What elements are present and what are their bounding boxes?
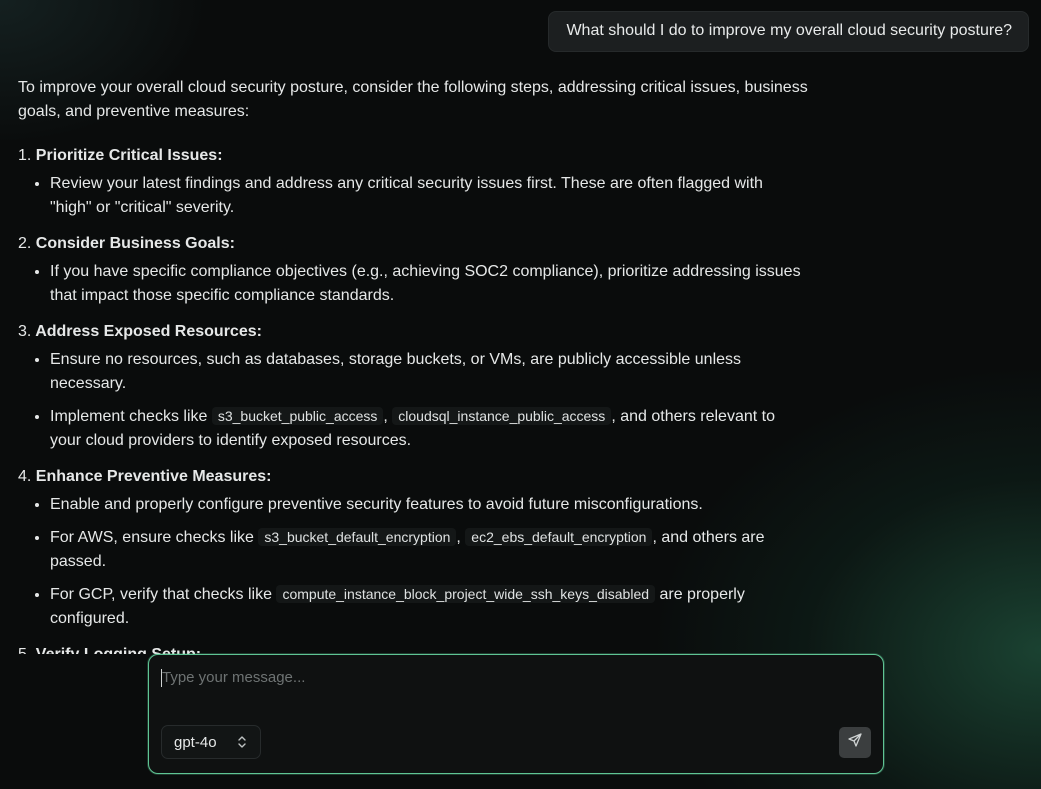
check-id-code: s3_bucket_public_access: [211, 407, 384, 425]
bullet-item: If you have specific compliance objectiv…: [50, 260, 808, 308]
step-item: 5. Verify Logging Setup:: [18, 643, 808, 654]
step-number: 3.: [18, 323, 32, 340]
assistant-response: To improve your overall cloud security p…: [18, 76, 808, 654]
step-heading: 4. Enhance Preventive Measures:: [18, 465, 808, 489]
bullet-item: Enable and properly configure preventive…: [50, 493, 808, 517]
bullet-text: If you have specific compliance objectiv…: [50, 263, 801, 304]
bullet-text: ,: [383, 408, 393, 425]
step-bullets: Enable and properly configure preventive…: [18, 493, 808, 631]
step-heading: 3. Address Exposed Resources:: [18, 320, 808, 344]
check-id-code: compute_instance_block_project_wide_ssh_…: [276, 585, 656, 603]
bullet-item: Implement checks like s3_bucket_public_a…: [50, 404, 808, 453]
bullet-text: Ensure no resources, such as databases, …: [50, 351, 742, 392]
step-heading: 5. Verify Logging Setup:: [18, 643, 808, 654]
user-message-text: What should I do to improve my overall c…: [566, 22, 1012, 39]
step-number: 1.: [18, 147, 32, 164]
step-number: 5.: [18, 646, 31, 654]
step-bullets: If you have specific compliance objectiv…: [18, 260, 808, 308]
check-id-code: ec2_ebs_default_encryption: [465, 528, 653, 546]
send-button[interactable]: [839, 727, 871, 758]
message-input[interactable]: Type your message...: [162, 669, 305, 686]
send-icon: [847, 732, 863, 753]
step-number: 2.: [18, 235, 32, 252]
step-item: 2. Consider Business Goals: If you have s…: [18, 232, 808, 308]
bullet-text: Enable and properly configure preventive…: [50, 496, 703, 513]
user-message-bubble: What should I do to improve my overall c…: [548, 11, 1029, 52]
step-item: 4. Enhance Preventive Measures: Enable an…: [18, 465, 808, 631]
step-title: Verify Logging Setup:: [36, 646, 201, 654]
bullet-text: Implement checks like: [50, 408, 212, 425]
check-id-code: cloudsql_instance_public_access: [392, 407, 612, 425]
step-title: Consider Business Goals:: [35, 235, 235, 252]
bullet-text: ,: [456, 529, 466, 546]
bullet-item: Ensure no resources, such as databases, …: [50, 348, 808, 396]
model-selector-label: gpt-4o: [174, 733, 217, 751]
step-number: 4.: [18, 468, 32, 485]
bullet-item: For AWS, ensure checks like s3_bucket_de…: [50, 525, 808, 574]
step-heading: 1. Prioritize Critical Issues:: [18, 144, 808, 168]
bullet-text: For GCP, verify that checks like: [50, 586, 277, 603]
steps-list: 1. Prioritize Critical Issues: Review you…: [18, 144, 808, 654]
step-item: 1. Prioritize Critical Issues: Review you…: [18, 144, 808, 220]
step-title: Prioritize Critical Issues:: [35, 147, 223, 164]
step-item: 3. Address Exposed Resources: Ensure no r…: [18, 320, 808, 453]
bullet-text: For AWS, ensure checks like: [50, 529, 259, 546]
bullet-item: For GCP, verify that checks like compute…: [50, 582, 808, 631]
chevron-up-down-icon: [236, 734, 248, 754]
model-selector[interactable]: gpt-4o: [161, 725, 261, 759]
step-title: Enhance Preventive Measures:: [35, 468, 272, 485]
step-bullets: Review your latest findings and address …: [18, 172, 808, 220]
step-bullets: Ensure no resources, such as databases, …: [18, 348, 808, 453]
step-title: Address Exposed Resources:: [35, 323, 262, 340]
step-heading: 2. Consider Business Goals:: [18, 232, 808, 256]
check-id-code: s3_bucket_default_encryption: [258, 528, 457, 546]
message-composer[interactable]: Type your message... gpt-4o: [148, 654, 884, 774]
bullet-item: Review your latest findings and address …: [50, 172, 808, 220]
response-intro: To improve your overall cloud security p…: [18, 79, 808, 120]
bullet-text: Review your latest findings and address …: [50, 175, 763, 216]
